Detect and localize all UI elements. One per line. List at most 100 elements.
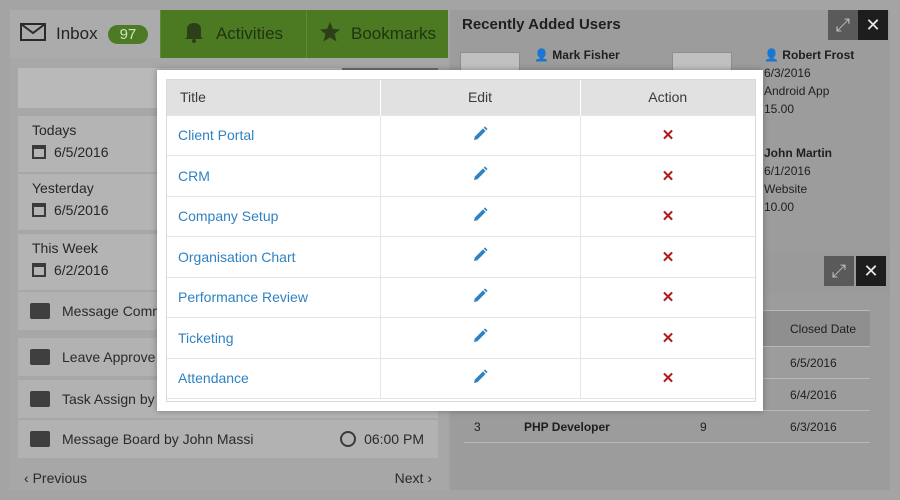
top-nav: Inbox 97 Activities Bookmarks	[10, 10, 448, 58]
module-title-cell: CRM	[166, 155, 381, 196]
bell-icon	[184, 21, 204, 48]
previous-label: Previous	[32, 470, 88, 486]
closed-date-cell: 6/5/2016	[790, 355, 837, 370]
edit-cell	[380, 276, 581, 318]
feed-time-value: 06:00 PM	[364, 431, 424, 447]
module-title-link[interactable]: Performance Review	[178, 289, 308, 305]
action-cell: ✕	[580, 276, 756, 318]
inbox-label: Inbox	[56, 24, 98, 43]
user-card: John Martin 6/1/2016 Website 10.00	[764, 144, 832, 216]
table-row: Organisation Chart ✕	[166, 236, 756, 277]
pager: ‹ Previous Next ›	[18, 466, 438, 490]
user-card: 👤 Robert Frost 6/3/2016 Android App 15.0…	[764, 46, 854, 118]
table-row: Company Setup ✕	[166, 195, 756, 237]
user-date: 6/1/2016	[764, 164, 811, 178]
title-column-header: Title	[166, 79, 381, 115]
table-row: 3 PHP Developer 9 6/3/2016	[464, 410, 870, 442]
date-row-value: 6/5/2016	[54, 144, 109, 160]
feed-item-text: Message Comm	[62, 303, 164, 319]
edit-cell	[380, 317, 581, 358]
expand-icon[interactable]: ⤢	[828, 10, 858, 40]
table-row: Ticketing ✕	[166, 317, 756, 358]
close-icon[interactable]: ✕	[858, 10, 888, 40]
activities-label: Activities	[215, 24, 284, 43]
inbox-tab[interactable]: Inbox 97	[10, 10, 160, 58]
bookmarks-tab[interactable]: Bookmarks	[306, 10, 448, 58]
delete-icon[interactable]: ✕	[662, 329, 675, 347]
user-check-icon	[30, 349, 50, 365]
user-name: 👤 Mark Fisher	[534, 48, 620, 62]
pencil-icon[interactable]	[471, 165, 489, 183]
table-row	[464, 442, 870, 474]
user-name: John Martin	[764, 146, 832, 160]
edit-cell	[380, 155, 581, 196]
table-row: Performance Review ✕	[166, 276, 756, 318]
close-icon[interactable]: ✕	[856, 256, 886, 286]
star-icon	[319, 21, 341, 48]
module-title-cell: Organisation Chart	[166, 236, 381, 277]
action-cell: ✕	[580, 195, 756, 237]
user-date: 6/3/2016	[764, 66, 811, 80]
module-title-link[interactable]: Company Setup	[178, 208, 278, 224]
date-row-value: 6/5/2016	[54, 202, 109, 218]
table-header-row: Title Edit Action	[166, 79, 756, 115]
closed-date-header: Closed Date	[790, 321, 857, 336]
previous-button[interactable]: ‹ Previous	[24, 470, 87, 486]
module-title-cell: Attendance	[166, 357, 381, 399]
feed-item-text: Leave Approve	[62, 349, 156, 365]
feed-item-text: Task Assign by	[62, 391, 155, 407]
pencil-icon[interactable]	[471, 287, 489, 305]
next-button[interactable]: Next ›	[395, 470, 432, 486]
table-row: Client Portal ✕	[166, 114, 756, 156]
user-source: Website	[764, 182, 808, 196]
pencil-icon[interactable]	[471, 206, 489, 224]
calendar-icon	[32, 203, 46, 217]
next-label: Next	[394, 470, 424, 486]
table-row: CRM ✕	[166, 155, 756, 196]
closed-date-cell: 6/4/2016	[790, 387, 837, 402]
delete-icon[interactable]: ✕	[662, 207, 675, 225]
user-amount: 10.00	[764, 200, 795, 214]
delete-icon[interactable]: ✕	[662, 126, 675, 144]
feed-item-time: 06:00 PM	[340, 431, 424, 447]
pencil-icon[interactable]	[471, 125, 489, 143]
job-title-cell: PHP Developer	[524, 419, 610, 434]
date-row-value: 6/2/2016	[54, 262, 109, 278]
delete-icon[interactable]: ✕	[662, 167, 675, 185]
pencil-icon[interactable]	[471, 327, 489, 345]
feed-item[interactable]: Message Board by John Massi 06:00 PM	[18, 420, 438, 458]
pencil-icon[interactable]	[471, 368, 489, 386]
user-amount: 15.00	[764, 102, 795, 116]
delete-icon[interactable]: ✕	[662, 248, 675, 266]
closed-date-cell: 6/3/2016	[790, 419, 837, 434]
user-name: 👤 Robert Frost	[764, 46, 854, 64]
action-cell: ✕	[580, 236, 756, 277]
row-number-cell: 3	[474, 419, 481, 434]
recent-users-title: Recently Added Users	[462, 16, 621, 33]
clock-icon	[340, 431, 357, 447]
module-title-cell: Company Setup	[166, 195, 381, 237]
module-title-link[interactable]: Ticketing	[178, 330, 234, 346]
edit-cell	[380, 236, 581, 277]
module-title-link[interactable]: CRM	[178, 168, 210, 184]
module-title-cell: Ticketing	[166, 317, 381, 358]
modules-modal: × Title Edit Action Client Portal✕CRM✕Co…	[157, 70, 763, 411]
action-cell: ✕	[580, 114, 756, 156]
module-title-link[interactable]: Client Portal	[178, 127, 254, 143]
edit-cell	[380, 357, 581, 399]
module-title-link[interactable]: Attendance	[178, 370, 249, 386]
user-name-text: Robert Frost	[782, 48, 855, 62]
delete-icon[interactable]: ✕	[662, 369, 675, 387]
activities-tab[interactable]: Activities	[160, 10, 306, 58]
module-title-link[interactable]: Organisation Chart	[178, 249, 296, 265]
pencil-icon[interactable]	[471, 246, 489, 264]
count-cell: 9	[700, 419, 707, 434]
action-column-header: Action	[580, 79, 756, 115]
user-icon: 👤	[764, 48, 779, 62]
delete-icon[interactable]: ✕	[662, 288, 675, 306]
envelope-icon	[30, 431, 50, 447]
expand-icon[interactable]: ⤢	[824, 256, 854, 286]
modules-table: Title Edit Action Client Portal ✕ CRM ✕ Comp…	[166, 79, 756, 399]
module-title-cell: Client Portal	[166, 114, 381, 156]
edit-column-header: Edit	[380, 79, 581, 115]
